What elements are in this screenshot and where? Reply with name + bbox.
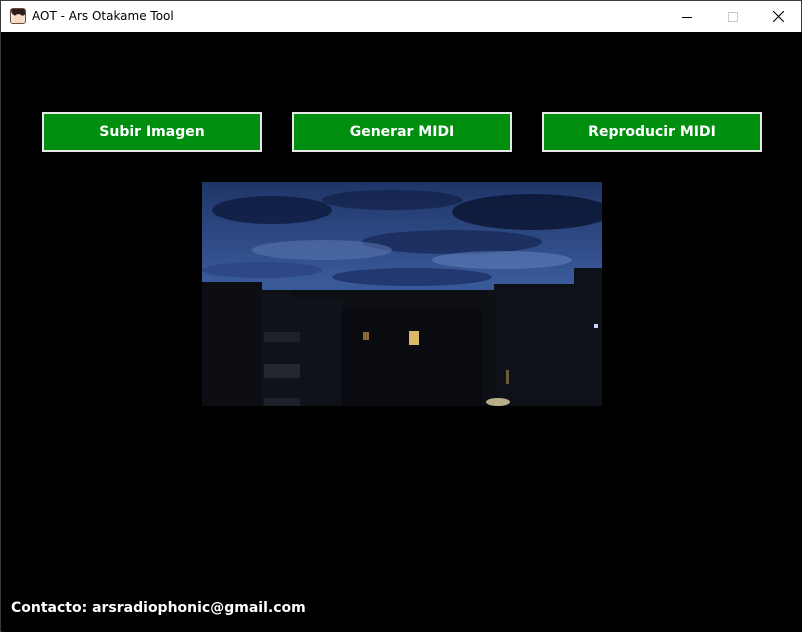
anime-face-icon [10,8,26,24]
image-preview [202,182,602,406]
generate-midi-button[interactable]: Generar MIDI [292,112,512,152]
contact-text: Contacto: arsradiophonic@gmail.com [11,600,306,616]
maximize-button[interactable] [710,1,756,32]
upload-image-button[interactable]: Subir Imagen [42,112,262,152]
maximize-icon [728,11,738,22]
title-bar[interactable]: AOT - Ars Otakame Tool [1,1,801,32]
minimize-icon [682,16,692,18]
main-content: Subir Imagen Generar MIDI Reproducir MID… [2,32,802,632]
minimize-button[interactable] [664,1,710,32]
play-midi-button[interactable]: Reproducir MIDI [542,112,762,152]
window-title: AOT - Ars Otakame Tool [32,9,174,23]
night-city-sky-photo [202,182,602,406]
close-icon [772,11,784,22]
app-window: AOT - Ars Otakame Tool Subir Imagen Gene… [0,0,802,632]
close-button[interactable] [755,1,801,32]
